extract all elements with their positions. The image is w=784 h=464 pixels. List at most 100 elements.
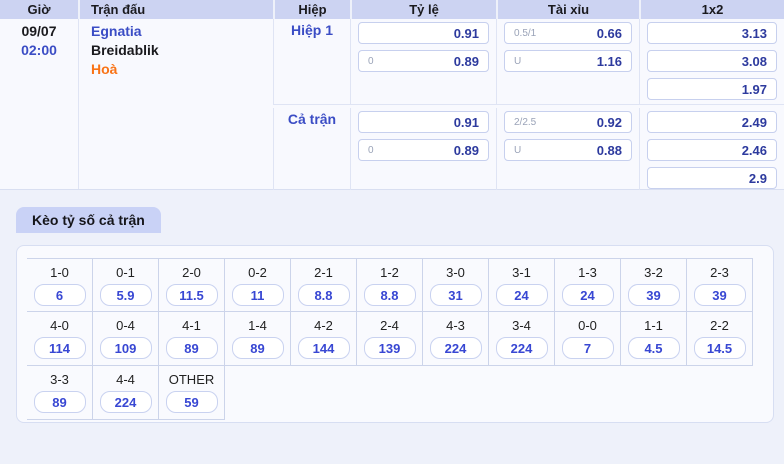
header-1x2: 1x2 — [639, 0, 784, 19]
score-odds-button[interactable]: 11 — [231, 284, 284, 306]
score-label: OTHER — [168, 372, 215, 387]
score-label: 4-3 — [446, 318, 465, 333]
handicap-odds: 0.91 — [453, 114, 479, 130]
score-odds-button[interactable]: 144 — [297, 337, 350, 359]
first-half-over-under-column: 0.5/1 0.66 U 1.16 — [496, 19, 639, 104]
score-label: 0-1 — [116, 265, 135, 280]
odds-table: Giờ Trận đấu Hiệp Tỷ lệ Tài xỉu 1x2 09/0… — [0, 0, 784, 190]
score-odds-button[interactable]: 89 — [33, 391, 86, 413]
score-odds-button[interactable]: 89 — [165, 337, 218, 359]
score-odds-button[interactable]: 4.5 — [627, 337, 680, 359]
1x2-odds-button[interactable]: 1.97 — [647, 78, 777, 100]
score-label: 4-2 — [314, 318, 333, 333]
score-odds-button[interactable]: 59 — [165, 391, 218, 413]
score-odds-button[interactable]: 39 — [627, 284, 680, 306]
tab-correct-score[interactable]: Kèo tỷ số cả trận — [16, 207, 161, 233]
header-time: Giờ — [27, 2, 51, 17]
score-odds-button[interactable]: 14.5 — [693, 337, 746, 359]
score-cell: 4-4 224 — [93, 366, 159, 420]
1x2-odds-button[interactable]: 2.49 — [647, 111, 777, 133]
1x2-odds-button[interactable]: 2.46 — [647, 139, 777, 161]
score-cell: 1-3 24 — [555, 258, 621, 312]
handicap-line: 0 — [368, 144, 374, 156]
score-cell: 1-2 8.8 — [357, 258, 423, 312]
score-odds-button[interactable]: 109 — [99, 337, 152, 359]
score-odds-button[interactable]: 224 — [99, 391, 152, 413]
score-cell: 0-1 5.9 — [93, 258, 159, 312]
score-label: 2-4 — [380, 318, 399, 333]
score-cell: 4-3 224 — [423, 312, 489, 366]
score-cell: 3-0 31 — [423, 258, 489, 312]
1x2-odds: 2.9 — [748, 170, 767, 186]
score-odds-button[interactable]: 31 — [429, 284, 482, 306]
match-row: 09/07 02:00 Egnatia Breidablik Hoà Hiệp … — [0, 19, 784, 190]
score-cell: 0-2 11 — [225, 258, 291, 312]
score-odds-button[interactable]: 24 — [495, 284, 548, 306]
match-time: 02:00 — [21, 42, 57, 58]
score-cell: 1-0 6 — [27, 258, 93, 312]
score-cell: 3-3 89 — [27, 366, 93, 420]
1x2-odds-button[interactable]: 3.08 — [647, 50, 777, 72]
correct-score-panel: 1-0 6 0-1 5.9 2-0 11.5 0-2 11 2-1 8.8 1-… — [16, 245, 774, 423]
handicap-odds-button[interactable]: 0.91 — [358, 111, 489, 133]
draw-label: Hoà — [91, 61, 118, 77]
1x2-odds: 1.97 — [741, 81, 767, 97]
over-under-odds: 1.16 — [596, 53, 622, 69]
score-odds-button[interactable]: 224 — [495, 337, 548, 359]
score-odds-button[interactable]: 39 — [693, 284, 746, 306]
1x2-odds-button[interactable]: 3.13 — [647, 22, 777, 44]
score-odds-button[interactable]: 114 — [33, 337, 86, 359]
table-header-row: Giờ Trận đấu Hiệp Tỷ lệ Tài xỉu 1x2 — [0, 0, 784, 19]
score-label: 1-4 — [248, 318, 267, 333]
over-under-odds-button[interactable]: 2/2.5 0.92 — [504, 111, 632, 133]
score-grid-row: 4-0 114 0-4 109 4-1 89 1-4 89 4-2 144 2-… — [27, 312, 754, 366]
first-half-handicap-column: 0.91 0 0.89 — [350, 19, 496, 104]
over-under-odds-button[interactable]: 0.5/1 0.66 — [504, 22, 632, 44]
over-under-line: U — [514, 144, 522, 156]
score-cell: 3-1 24 — [489, 258, 555, 312]
score-grid-row: 3-3 89 4-4 224 OTHER 59 — [27, 366, 754, 420]
1x2-odds: 2.46 — [741, 142, 767, 158]
home-team-link[interactable]: Egnatia — [91, 22, 273, 41]
score-odds-button[interactable]: 5.9 — [99, 284, 152, 306]
header-match: Trận đấu — [78, 0, 273, 19]
away-team-link[interactable]: Breidablik — [91, 41, 273, 60]
header-period: Hiệp — [273, 0, 350, 19]
score-odds-button[interactable]: 11.5 — [165, 284, 218, 306]
over-under-line: U — [514, 55, 522, 67]
score-odds-button[interactable]: 24 — [561, 284, 614, 306]
handicap-odds-button[interactable]: 0 0.89 — [358, 139, 489, 161]
score-odds-button[interactable]: 8.8 — [297, 284, 350, 306]
score-label: 1-0 — [50, 265, 69, 280]
handicap-odds: 0.91 — [453, 25, 479, 41]
header-over-under: Tài xỉu — [496, 0, 639, 19]
1x2-odds-button[interactable]: 2.9 — [647, 167, 777, 189]
first-half-1x2-column: 3.13 3.08 1.97 — [639, 19, 784, 104]
score-label: 3-2 — [644, 265, 663, 280]
score-cell: 2-4 139 — [357, 312, 423, 366]
over-under-odds: 0.88 — [596, 142, 622, 158]
score-label: 3-0 — [446, 265, 465, 280]
score-odds-button[interactable]: 8.8 — [363, 284, 416, 306]
score-cell: 1-1 4.5 — [621, 312, 687, 366]
match-cell: Egnatia Breidablik Hoà — [78, 19, 273, 189]
score-odds-button[interactable]: 6 — [33, 284, 86, 306]
score-odds-button[interactable]: 7 — [561, 337, 614, 359]
handicap-odds-button[interactable]: 0 0.89 — [358, 50, 489, 72]
score-cell: 1-4 89 — [225, 312, 291, 366]
score-label: 0-4 — [116, 318, 135, 333]
1x2-odds: 3.13 — [741, 25, 767, 41]
score-label: 3-4 — [512, 318, 531, 333]
odds-columns: Hiệp 1 0.91 0 0.89 0.5/1 0.66 U 1.16 3.1… — [273, 19, 784, 190]
score-odds-button[interactable]: 89 — [231, 337, 284, 359]
score-odds-button[interactable]: 224 — [429, 337, 482, 359]
score-cell: 2-2 14.5 — [687, 312, 753, 366]
over-under-odds-button[interactable]: U 1.16 — [504, 50, 632, 72]
over-under-odds-button[interactable]: U 0.88 — [504, 139, 632, 161]
score-label: 4-4 — [116, 372, 135, 387]
score-cell: 4-1 89 — [159, 312, 225, 366]
first-half-section: Hiệp 1 0.91 0 0.89 0.5/1 0.66 U 1.16 3.1… — [273, 19, 784, 104]
score-odds-button[interactable]: 139 — [363, 337, 416, 359]
handicap-odds-button[interactable]: 0.91 — [358, 22, 489, 44]
score-cell: 2-0 11.5 — [159, 258, 225, 312]
